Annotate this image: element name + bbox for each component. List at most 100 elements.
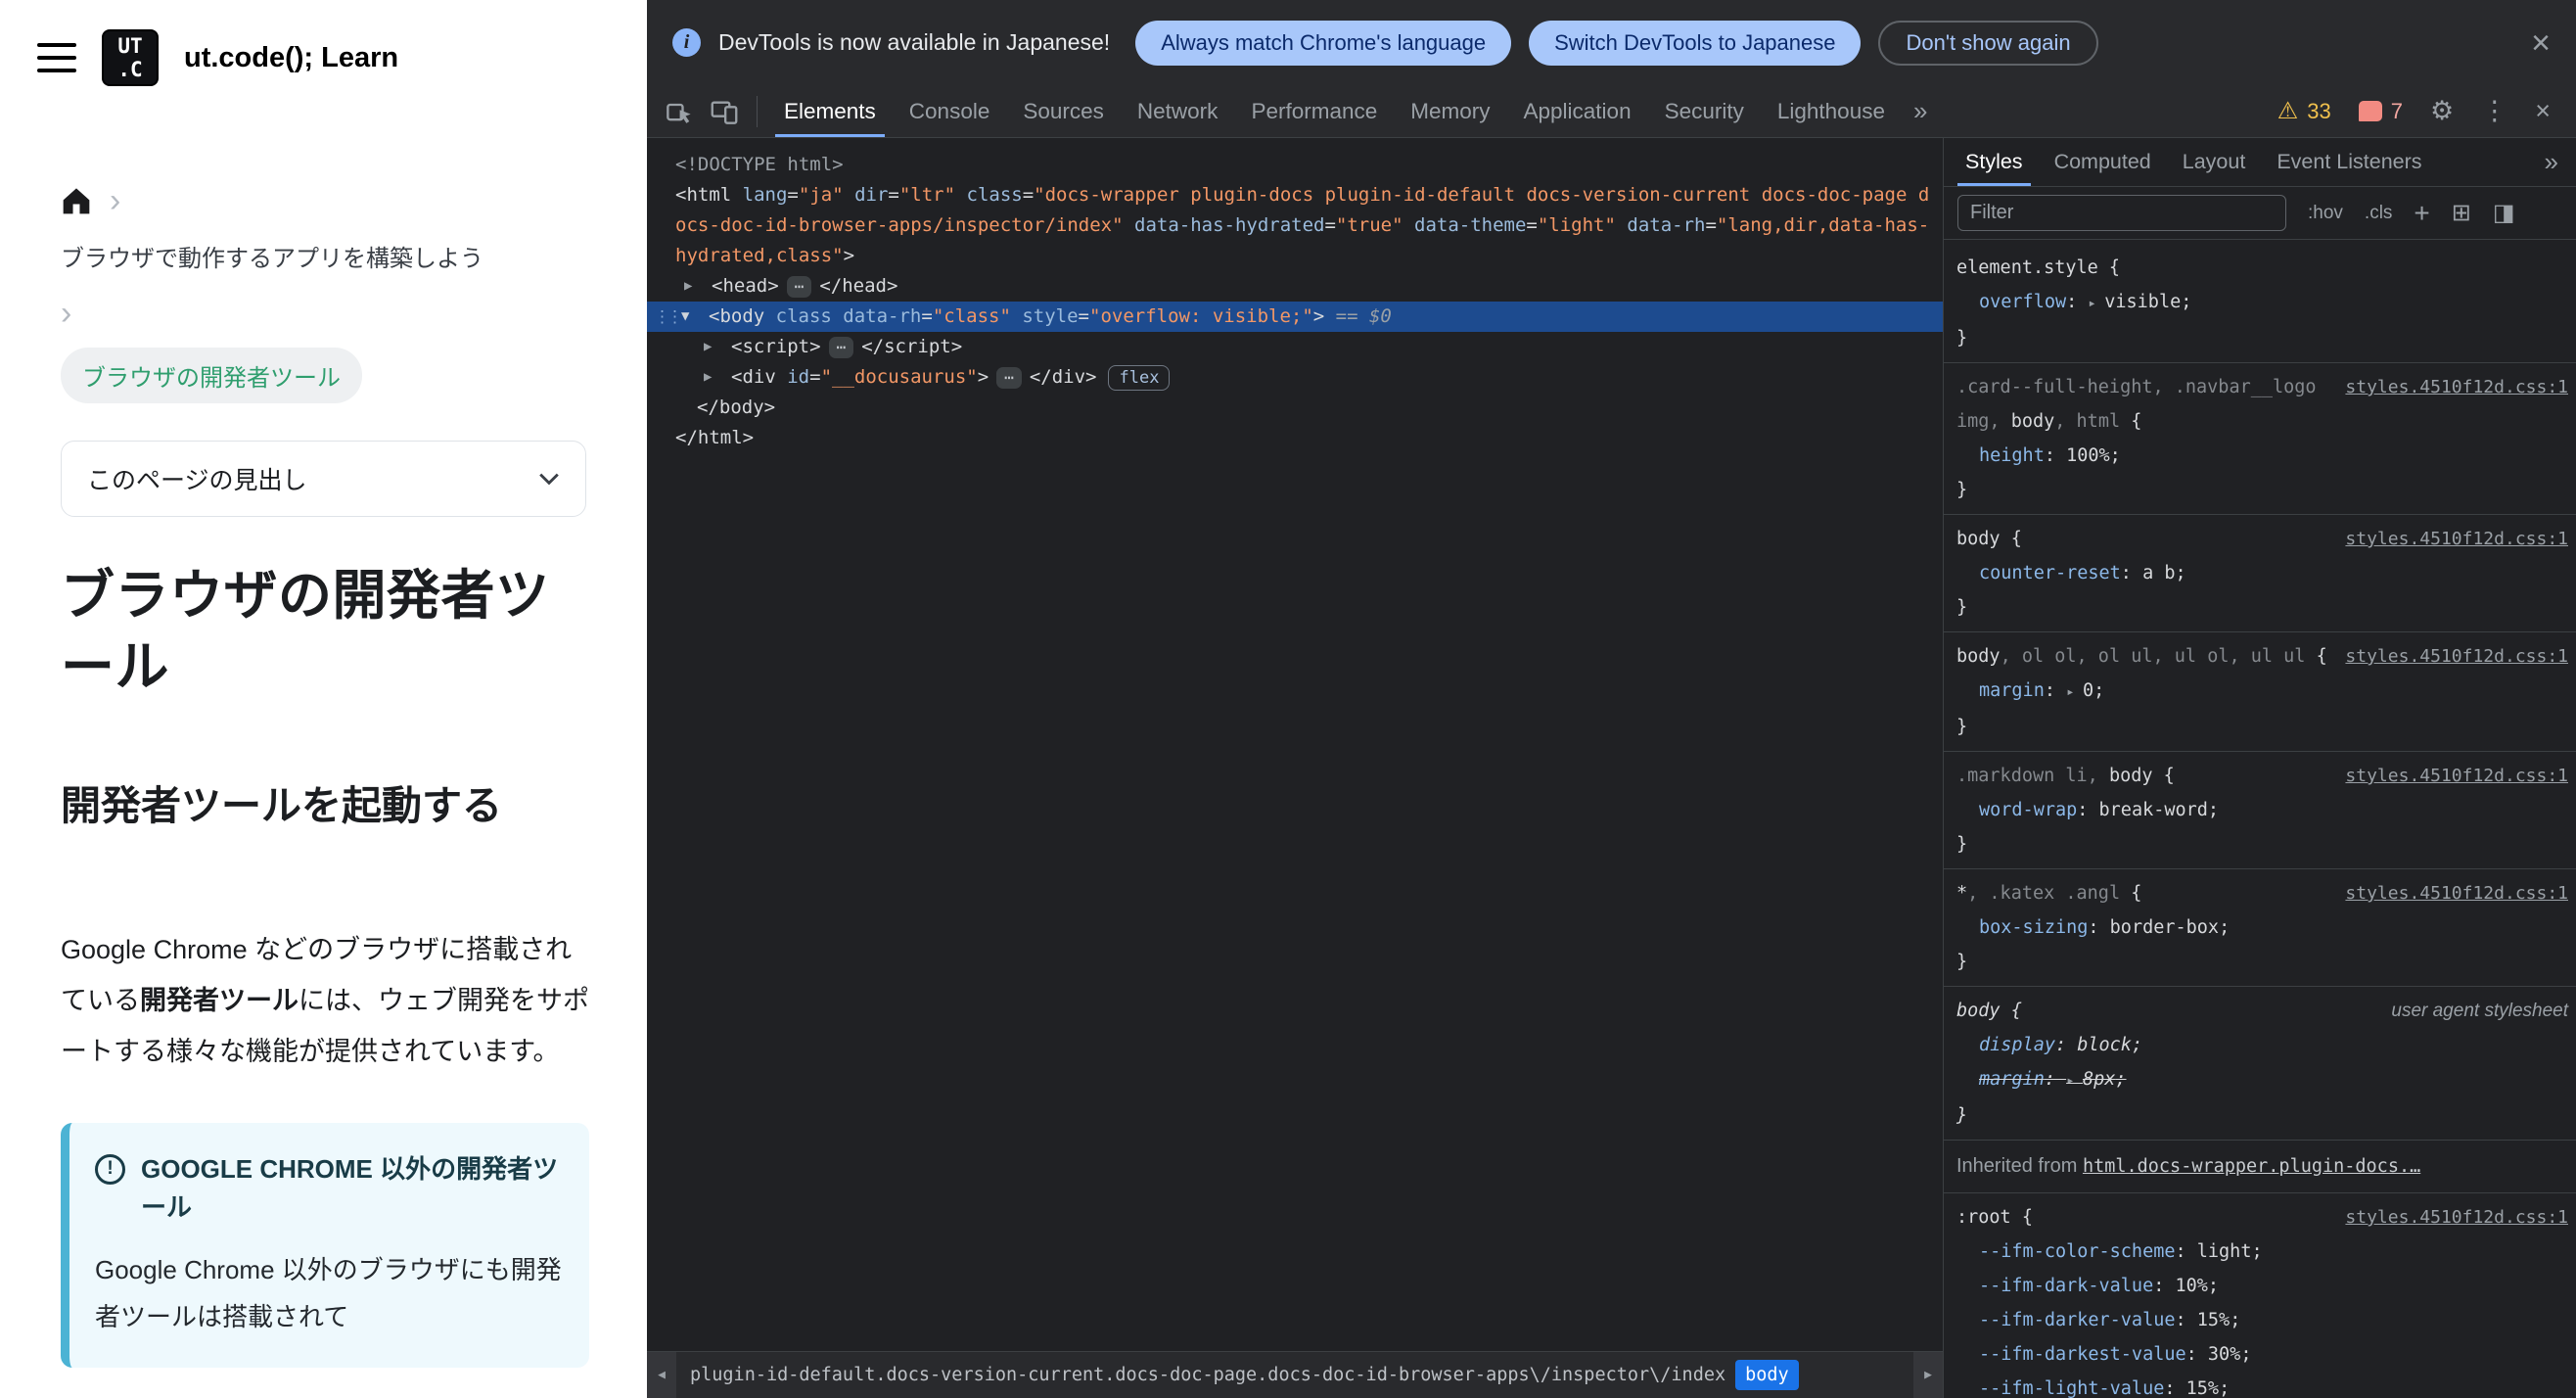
tab-application[interactable]: Application [1507,85,1648,137]
css-selector-line[interactable]: styles.4510f12d.css:1 .markdown li, body … [1944,759,2572,793]
stylesheet-link[interactable]: styles.4510f12d.css:1 [2345,639,2568,674]
crumb-scroll-right-icon[interactable]: ▶ [1913,1352,1943,1398]
css-selector[interactable]: body [2109,766,2153,786]
selected-node-crumb[interactable]: body [1735,1359,1799,1391]
dom-node[interactable]: ⋮⋮ ▼ <body class data-rh="class" style="ov… [647,302,1943,332]
new-style-rule-icon[interactable]: + [2414,199,2429,227]
expand-arrow-icon[interactable]: ▶ [702,332,731,362]
css-selector[interactable]: ol ol, ol ul, ul ol, ul ul [2022,646,2306,667]
tab-performance[interactable]: Performance [1234,85,1394,137]
dont-show-again-button[interactable]: Don't show again [1878,20,2098,66]
css-selector-line[interactable]: styles.4510f12d.css:1:root { [1944,1200,2572,1235]
sidebar-tab-styles[interactable]: Styles [1950,138,2039,186]
collapsed-content-icon[interactable]: ⋯ [996,367,1022,389]
stylesheet-link[interactable]: styles.4510f12d.css:1 [2345,1200,2568,1235]
warnings-indicator[interactable]: ⚠ 33 [2277,99,2331,124]
font-editor-icon[interactable]: ⊞ [2452,199,2471,227]
css-selector[interactable]: .katex .angl [1989,883,2120,904]
tab-lighthouse[interactable]: Lighthouse [1761,85,1902,137]
flex-badge[interactable]: flex [1108,365,1171,391]
hamburger-menu-button[interactable] [37,43,76,72]
tab-console[interactable]: Console [893,85,1007,137]
css-declaration[interactable]: --ifm-light-value: 15%; [1944,1372,2572,1398]
css-selector-line[interactable]: element.style { [1944,251,2572,285]
stylesheet-link[interactable]: styles.4510f12d.css:1 [2345,522,2568,556]
dom-node[interactable]: </html> [647,423,1943,453]
css-declaration[interactable]: --ifm-darker-value: 15%; [1944,1303,2572,1337]
tab-sources[interactable]: Sources [1006,85,1121,137]
collapsed-content-icon[interactable]: ⋯ [828,337,854,358]
devtools-close-icon[interactable]: × [2535,98,2551,124]
css-declaration[interactable]: --ifm-darkest-value: 30%; [1944,1337,2572,1372]
switch-devtools-japanese-button[interactable]: Switch DevTools to Japanese [1529,20,1862,66]
css-declaration[interactable]: height: 100%; [1944,439,2572,473]
css-declaration[interactable]: --ifm-dark-value: 10%; [1944,1269,2572,1303]
css-declaration[interactable]: box-sizing: border-box; [1944,910,2572,945]
sidebar-tab-computed[interactable]: Computed [2039,138,2167,186]
css-declaration[interactable]: word-wrap: break-word; [1944,793,2572,827]
site-title[interactable]: ut.code(); Learn [184,42,398,74]
stylesheet-link[interactable]: styles.4510f12d.css:1 [2345,759,2568,793]
dom-node[interactable]: ▶ <head> ⋯ </head> [647,271,1943,302]
inspect-element-icon[interactable] [657,98,702,125]
tab-elements[interactable]: Elements [767,85,893,137]
tab-security[interactable]: Security [1648,85,1761,137]
dom-node[interactable]: </body> [647,393,1943,423]
css-selector[interactable]: body [1956,529,2001,549]
css-declaration[interactable]: display: block; [1944,1028,2572,1062]
device-toolbar-icon[interactable] [702,98,747,125]
more-panels-icon[interactable]: » [1902,96,1939,126]
css-selector-line[interactable]: user agent stylesheet body { [1944,994,2572,1028]
settings-gear-icon[interactable]: ⚙ [2430,98,2454,124]
css-declaration[interactable]: --ifm-color-scheme: light; [1944,1235,2572,1269]
expand-arrow-icon[interactable]: ▶ [682,271,712,302]
sidebar-tab-layout[interactable]: Layout [2167,138,2262,186]
more-sidebar-tabs-icon[interactable]: » [2545,147,2570,177]
pseudo-state-toggle[interactable]: :hov [2308,203,2343,224]
site-logo[interactable]: UT .C [102,29,159,86]
css-selector-line[interactable]: styles.4510f12d.css:1 *, .katex .angl { [1944,876,2572,910]
collapsed-content-icon[interactable]: ⋯ [786,276,812,298]
dom-node[interactable]: ▶ <script> ⋯ </script> [647,332,1943,362]
home-icon[interactable] [61,186,92,215]
expand-arrow-icon[interactable]: ▶ [702,362,731,393]
dom-node[interactable]: ▶ <div id="__docusaurus"> ⋯ </div> flex [647,362,1943,393]
issues-indicator[interactable]: 7 [2358,99,2403,124]
toc-collapsible[interactable]: このページの見出し [61,441,586,517]
css-selector[interactable]: :root [1956,1207,2011,1228]
css-declaration[interactable]: counter-reset: a b; [1944,556,2572,590]
expand-value-icon[interactable]: ▸ [2088,296,2104,311]
computed-sidebar-toggle-icon[interactable]: ◨ [2493,199,2515,227]
css-selector[interactable]: * [1956,883,1967,904]
collapse-arrow-icon[interactable]: ▼ [679,302,709,332]
expand-value-icon[interactable]: ▸ [2066,1073,2083,1089]
always-match-language-button[interactable]: Always match Chrome's language [1135,20,1512,66]
css-declaration[interactable]: overflow: ▸ visible; [1944,285,2572,321]
dom-crumb-trail[interactable]: plugin-id-default.docs-version-current.d… [676,1352,1725,1398]
css-selector[interactable]: element.style [1956,257,2098,278]
css-selector[interactable]: .markdown li [1956,766,2088,786]
styles-filter-input[interactable] [1957,195,2286,231]
inherited-from-link[interactable]: html.docs-wrapper.plugin-docs.… [2083,1156,2420,1177]
element-classes-toggle[interactable]: .cls [2365,203,2393,224]
dom-node[interactable]: <!DOCTYPE html> [647,150,1943,180]
css-selector[interactable]: body [1956,646,2001,667]
css-selector[interactable]: body [2011,411,2055,432]
expand-value-icon[interactable]: ▸ [2066,684,2083,700]
css-selector-line[interactable]: styles.4510f12d.css:1 body { [1944,522,2572,556]
tab-memory[interactable]: Memory [1394,85,1506,137]
css-selector-line[interactable]: styles.4510f12d.css:1 body, ol ol, ol ul,… [1944,639,2572,674]
notification-close-icon[interactable]: × [2531,26,2551,60]
crumb-scroll-left-icon[interactable]: ◀ [647,1352,676,1398]
breadcrumb-section-link[interactable]: ブラウザで動作するアプリを構築しよう [61,239,483,273]
css-selector[interactable]: body [1956,1001,2001,1021]
dom-node-menu-icon[interactable]: ⋮⋮ [654,303,683,333]
css-declaration[interactable]: margin: ▸ 8px; [1944,1062,2572,1098]
stylesheet-link[interactable]: styles.4510f12d.css:1 [2345,370,2568,404]
more-options-icon[interactable]: ⋮ [2481,98,2507,124]
dom-node[interactable]: <html lang="ja" dir="ltr" class="docs-wr… [647,180,1943,271]
stylesheet-link[interactable]: styles.4510f12d.css:1 [2345,876,2568,910]
css-selector[interactable]: html [2077,411,2121,432]
tab-network[interactable]: Network [1121,85,1235,137]
sidebar-tab-event-listeners[interactable]: Event Listeners [2261,138,2437,186]
